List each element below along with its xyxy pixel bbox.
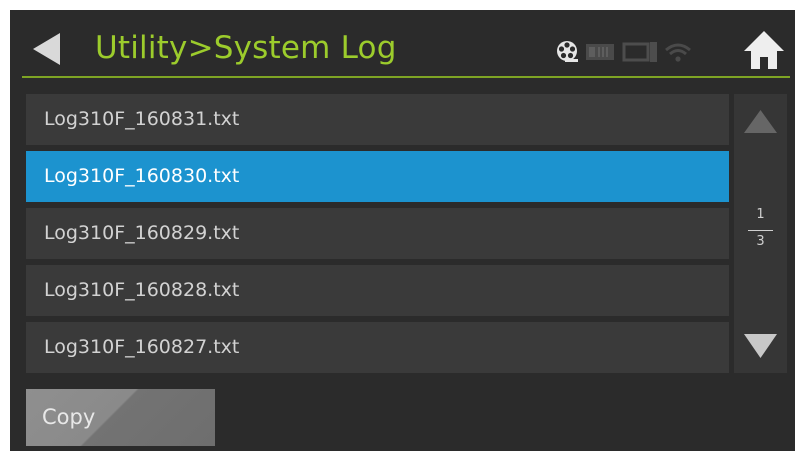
log-file-row[interactable]: Log310F_160827.txt — [26, 322, 729, 373]
log-file-row[interactable]: Log310F_160828.txt — [26, 265, 729, 316]
back-button[interactable] — [30, 32, 66, 66]
page-title: Utility>System Log — [95, 30, 397, 66]
scroll-down-icon — [744, 334, 777, 358]
header-bar: Utility>System Log — [10, 10, 795, 78]
status-icons — [556, 40, 726, 66]
monitor-icon — [622, 42, 657, 62]
card-icon — [586, 44, 614, 60]
page-separator — [748, 230, 773, 231]
wifi-icon — [665, 43, 691, 62]
log-file-row-selected[interactable]: Log310F_160830.txt — [26, 151, 729, 202]
screen: Utility>System Log Log310F_160831.txt Lo… — [10, 10, 795, 451]
log-file-row[interactable]: Log310F_160831.txt — [26, 94, 729, 145]
film-reel-icon — [557, 41, 578, 62]
log-file-row[interactable]: Log310F_160829.txt — [26, 208, 729, 259]
scroll-up-icon — [744, 110, 777, 133]
home-button[interactable] — [743, 30, 785, 70]
page-current: 1 — [756, 207, 765, 222]
scroll-down-button[interactable] — [734, 316, 787, 373]
home-icon — [744, 31, 784, 69]
scroll-column: 1 3 — [734, 94, 787, 373]
page-total: 3 — [756, 234, 765, 249]
copy-button[interactable]: Copy — [26, 389, 215, 446]
header-divider — [22, 76, 790, 78]
back-arrow-icon — [33, 33, 60, 65]
scroll-up-button[interactable] — [734, 94, 787, 154]
